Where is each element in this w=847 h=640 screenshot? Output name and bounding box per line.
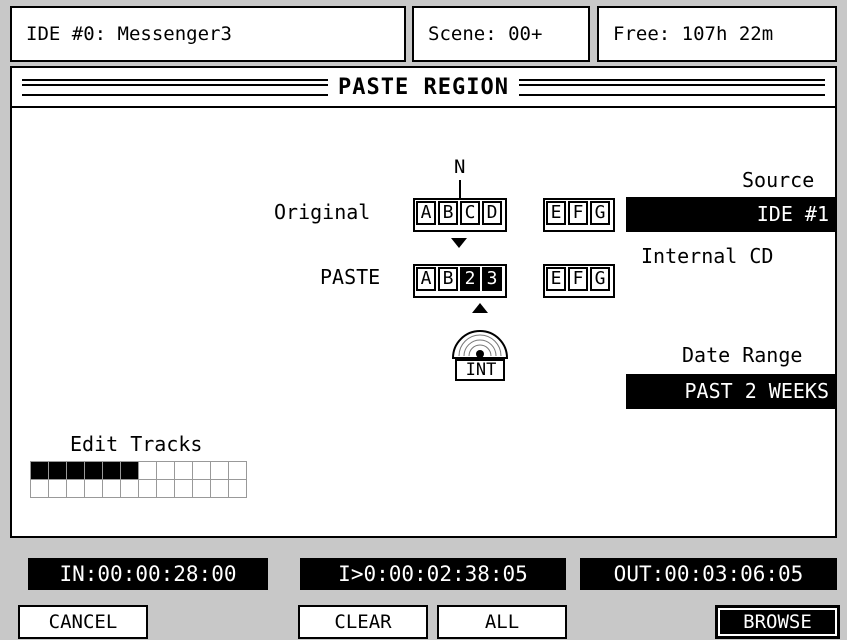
track-cell[interactable] [103,480,121,498]
n-marker-label: N [454,156,466,178]
title-bar: PASTE REGION [10,66,837,108]
paste-cell-a: A [416,267,436,291]
cd-icon: INT [447,318,513,384]
track-cell[interactable] [175,480,193,498]
track-cell[interactable] [49,462,67,480]
date-range-label: Date Range [682,343,803,367]
track-cell[interactable] [67,480,85,498]
track-cell[interactable] [31,462,49,480]
track-cell[interactable] [49,480,67,498]
browse-button-label: BROWSE [743,611,812,633]
track-cell[interactable] [31,480,49,498]
track-cell[interactable] [175,462,193,480]
paste-tail-cells: E F G [546,267,612,291]
clear-button-label: CLEAR [334,611,392,633]
track-cell[interactable] [229,480,247,498]
paste-cell-g: G [590,267,610,291]
in-timecode[interactable]: IN:00:00:28:00 [28,558,268,590]
browse-button[interactable]: BROWSE [715,605,840,639]
track-cell[interactable] [67,462,85,480]
out-timecode[interactable]: OUT:00:03:06:05 [580,558,837,590]
int-label: INT [465,360,497,380]
track-cell[interactable] [103,462,121,480]
cancel-button-label: CANCEL [48,611,118,633]
source-field[interactable]: IDE #1 [626,197,835,232]
all-button[interactable]: ALL [437,605,567,639]
paste-cell-b: B [438,267,458,291]
edit-tracks-label: Edit Tracks [70,432,203,456]
in-timecode-value: IN:00:00:28:00 [59,562,237,586]
track-cell[interactable] [193,462,211,480]
scene-label: Scene: 00+ [428,23,543,45]
source-label: Source [742,168,815,192]
ide-status: IDE #0: Messenger3 [10,6,406,62]
paste-cells: A B 2 3 [416,267,504,291]
track-cell[interactable] [121,462,139,480]
track-cell[interactable] [157,480,175,498]
page-title: PASTE REGION [338,74,509,100]
track-cell[interactable] [85,480,103,498]
source-value: IDE #1 [756,202,829,226]
original-cells: A B C D [416,201,504,225]
paste-cell-3: 3 [482,267,502,291]
track-cell[interactable] [85,462,103,480]
track-cell[interactable] [229,462,247,480]
track-cell[interactable] [193,480,211,498]
right-stripes [518,78,826,96]
clear-button[interactable]: CLEAR [298,605,428,639]
paste-cell-e: E [546,267,566,291]
original-cell-g: G [590,201,610,225]
cancel-button[interactable]: CANCEL [18,605,148,639]
length-timecode-value: I>0:00:02:38:05 [338,562,528,586]
n-marker-line [459,180,461,198]
original-cell-f: F [568,201,588,225]
original-cell-e: E [546,201,566,225]
free-label: Free: 107h 22m [613,23,774,45]
track-cell[interactable] [139,462,157,480]
original-cell-d: D [482,201,502,225]
date-range-value: PAST 2 WEEKS [684,379,830,403]
scene-status: Scene: 00+ [412,6,590,62]
original-label: Original [274,200,371,224]
up-arrow-icon [472,303,488,313]
paste-cell-f: F [568,267,588,291]
original-cell-c: C [460,201,480,225]
original-cell-a: A [416,201,436,225]
track-cell[interactable] [139,480,157,498]
paste-label: PASTE [320,265,381,289]
original-tail-cells: E F G [546,201,612,225]
out-timecode-value: OUT:00:03:06:05 [613,562,804,586]
original-cell-b: B [438,201,458,225]
edit-tracks-grid[interactable] [30,461,247,498]
free-status: Free: 107h 22m [597,6,837,62]
all-button-label: ALL [484,611,520,633]
left-stripes [22,78,329,96]
ide-label: IDE #0: Messenger3 [26,23,232,45]
date-range-field[interactable]: PAST 2 WEEKS [626,374,835,409]
track-cell[interactable] [121,480,139,498]
paste-cell-2: 2 [460,267,480,291]
track-cell[interactable] [211,462,229,480]
length-timecode[interactable]: I>0:00:02:38:05 [300,558,566,590]
track-cell[interactable] [211,480,229,498]
source-sub-label: Internal CD [641,244,774,268]
track-cell[interactable] [157,462,175,480]
down-arrow-icon [451,238,467,248]
